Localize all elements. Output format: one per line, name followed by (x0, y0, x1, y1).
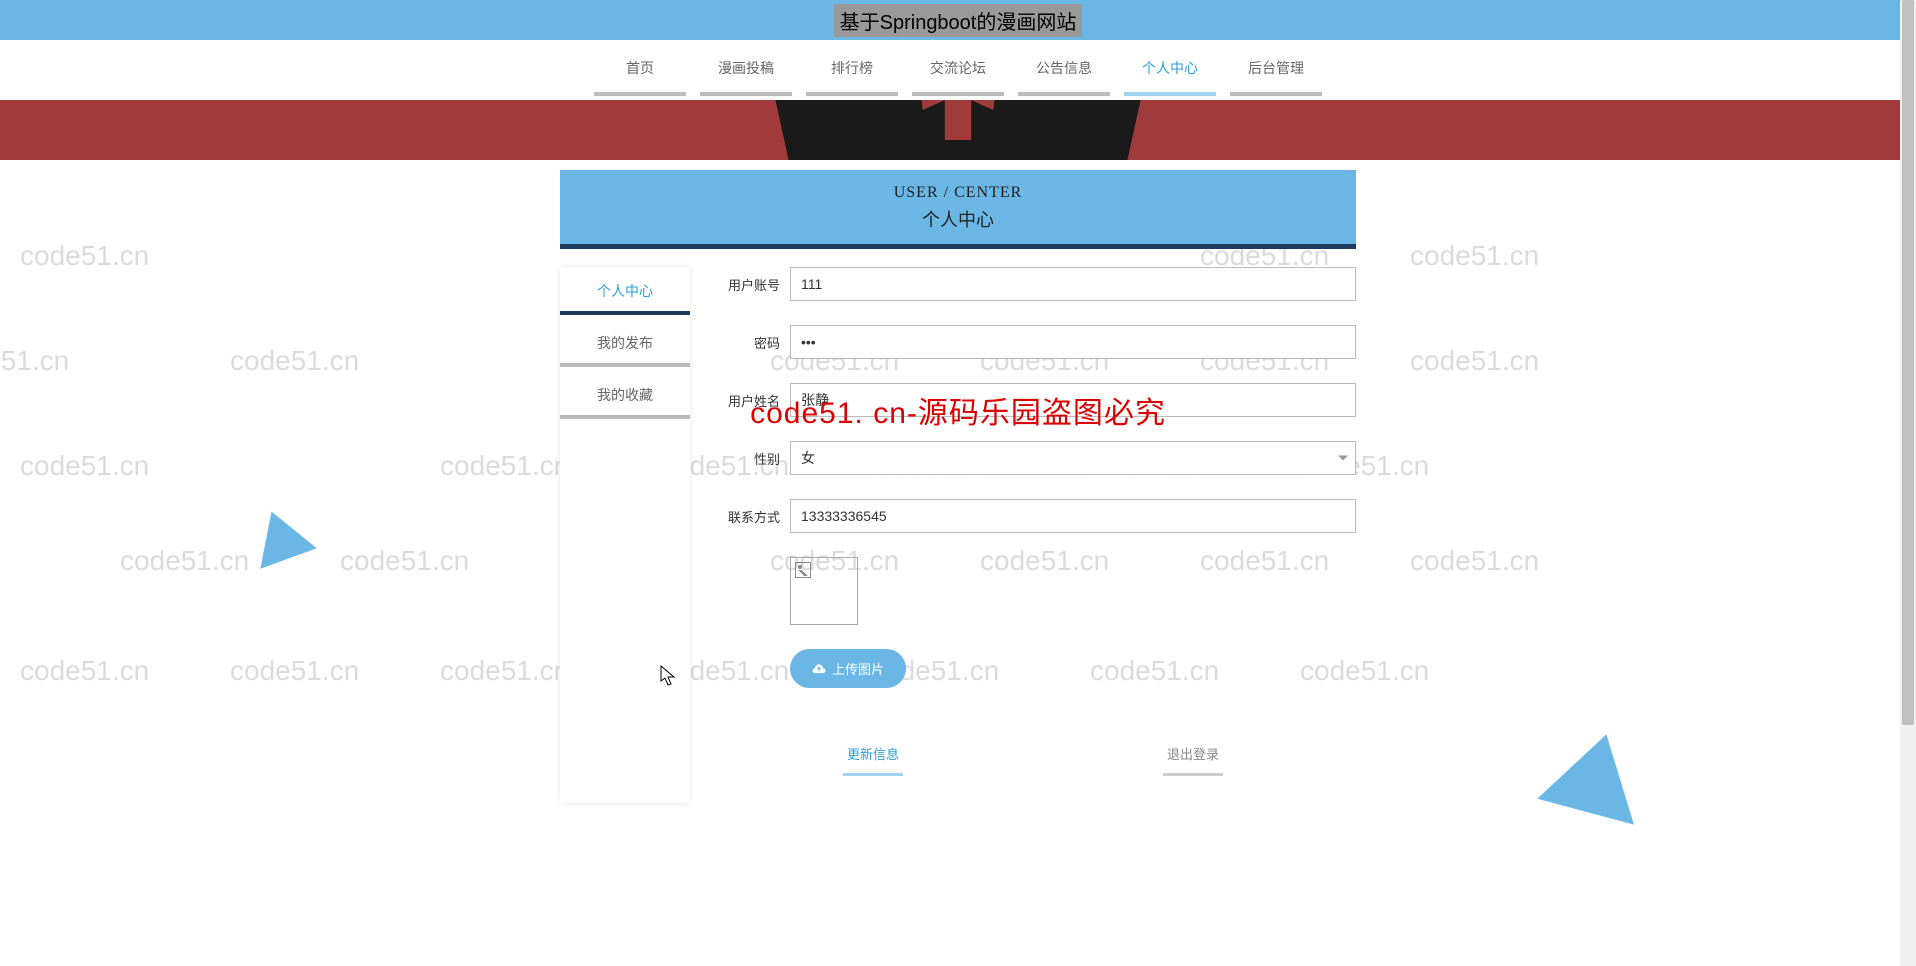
side-my-favs[interactable]: 我的收藏 (560, 371, 690, 419)
logout-button[interactable]: 退出登录 (1163, 738, 1223, 776)
input-nickname[interactable] (790, 383, 1356, 417)
panel-title-cn: 个人中心 (560, 206, 1356, 232)
avatar-placeholder (790, 557, 858, 625)
watermark: code51.cn (20, 240, 149, 272)
watermark: code51.cn (440, 655, 569, 687)
header-bar: 基于Springboot的漫画网站 (0, 0, 1916, 40)
update-button[interactable]: 更新信息 (843, 738, 903, 776)
form-area: 用户账号 密码 用户姓名 性别 联系方式 (710, 267, 1356, 803)
watermark: code51.cn (20, 450, 149, 482)
nav-user-center[interactable]: 个人中心 (1124, 58, 1216, 96)
watermark: code51.cn (1410, 240, 1539, 272)
input-contact[interactable] (790, 499, 1356, 533)
main-nav: 首页 漫画投稿 排行榜 交流论坛 公告信息 个人中心 后台管理 (0, 40, 1916, 100)
side-menu: 个人中心 我的发布 我的收藏 (560, 267, 690, 803)
nav-forum[interactable]: 交流论坛 (912, 58, 1004, 96)
site-title: 基于Springboot的漫画网站 (834, 4, 1083, 37)
cloud-upload-icon (812, 662, 826, 676)
panel-title-en: USER / CENTER (560, 184, 1356, 202)
select-gender[interactable] (790, 441, 1356, 475)
nav-submit[interactable]: 漫画投稿 (700, 58, 792, 96)
nav-admin[interactable]: 后台管理 (1230, 58, 1322, 96)
label-password: 密码 (710, 333, 790, 352)
upload-label: 上传图片 (832, 659, 884, 678)
nav-home[interactable]: 首页 (594, 58, 686, 96)
triangle-decoration (1537, 721, 1654, 824)
watermark: code51.cn (1410, 545, 1539, 577)
input-username[interactable] (790, 267, 1356, 301)
label-nickname: 用户姓名 (710, 391, 790, 410)
banner-silhouette (738, 100, 1178, 160)
scrollbar[interactable] (1900, 0, 1916, 966)
watermark: code51.cn (0, 345, 69, 377)
scrollbar-thumb[interactable] (1902, 0, 1914, 725)
broken-image-icon (795, 562, 811, 578)
nav-announce[interactable]: 公告信息 (1018, 58, 1110, 96)
watermark: code51.cn (230, 345, 359, 377)
watermark: code51.cn (230, 655, 359, 687)
watermark: code51.cn (340, 545, 469, 577)
side-user-center[interactable]: 个人中心 (560, 267, 690, 315)
watermark: code51.cn (20, 655, 149, 687)
side-my-posts[interactable]: 我的发布 (560, 319, 690, 367)
upload-button[interactable]: 上传图片 (790, 649, 906, 688)
label-gender: 性别 (710, 449, 790, 468)
label-contact: 联系方式 (710, 507, 790, 526)
watermark: code51.cn (120, 545, 249, 577)
nav-ranking[interactable]: 排行榜 (806, 58, 898, 96)
panel-header: USER / CENTER 个人中心 (560, 170, 1356, 249)
watermark: code51.cn (1410, 345, 1539, 377)
watermark: code51.cn (440, 450, 569, 482)
triangle-decoration (243, 501, 316, 569)
label-username: 用户账号 (710, 275, 790, 294)
banner (0, 100, 1916, 160)
input-password[interactable] (790, 325, 1356, 359)
content-wrap: 个人中心 我的发布 我的收藏 用户账号 密码 用户姓名 性别 联系方式 (560, 267, 1356, 803)
